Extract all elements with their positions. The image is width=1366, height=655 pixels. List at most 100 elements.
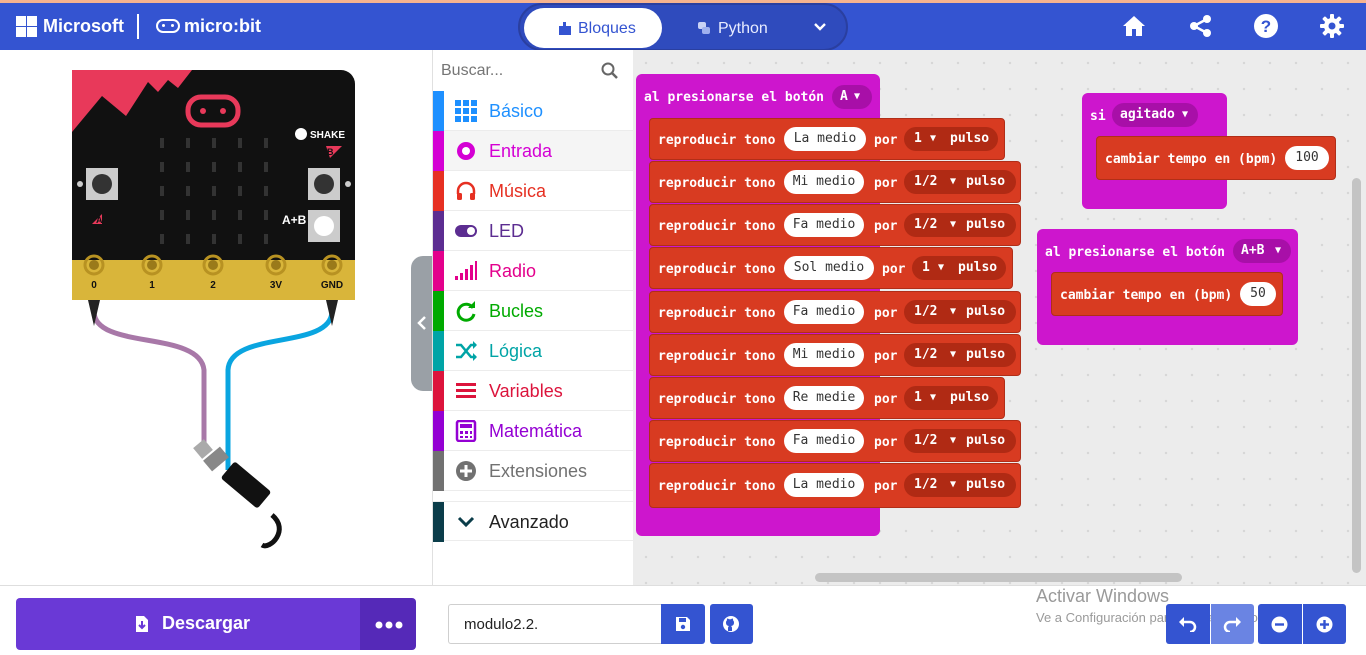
refresh-icon bbox=[456, 301, 476, 322]
redo-button[interactable] bbox=[1211, 604, 1254, 644]
bottom-bar: Descargar Activar Windows Ve a Configura… bbox=[0, 585, 1366, 655]
play-tone-block[interactable]: reproducir tono Fa medio por 1/2 ▼ pulso bbox=[649, 420, 1021, 462]
block-verb: reproducir tono bbox=[658, 262, 776, 277]
play-tone-block[interactable]: reproducir tono Mi medio por 1/2 ▼ pulso bbox=[649, 334, 1021, 376]
project-name-input[interactable] bbox=[448, 604, 661, 644]
vertical-scrollbar[interactable] bbox=[1352, 178, 1361, 573]
play-tone-block[interactable]: reproducir tono Re medie por 1 ▼ pulso bbox=[649, 377, 1005, 419]
shuffle-icon bbox=[456, 341, 477, 361]
gesture-dropdown[interactable]: agitado ▼ bbox=[1112, 103, 1198, 127]
zoom-out-button[interactable] bbox=[1258, 604, 1302, 644]
search-input[interactable] bbox=[439, 58, 593, 84]
zoom-in-icon bbox=[1316, 616, 1333, 633]
play-tone-block[interactable]: reproducir tono Fa medio por 1/2 ▼ pulso bbox=[649, 204, 1021, 246]
category-radio[interactable]: Radio bbox=[433, 251, 633, 291]
beat-dropdown[interactable]: 1/2 ▼ pulso bbox=[904, 213, 1016, 237]
home-icon[interactable] bbox=[1121, 13, 1147, 39]
beat-dropdown[interactable]: 1 ▼ pulso bbox=[904, 127, 998, 151]
microbit-brand[interactable]: micro:bit bbox=[184, 16, 261, 37]
pin-label-gnd: GND bbox=[321, 280, 343, 291]
category-label: Variables bbox=[489, 381, 563, 401]
set-tempo-block[interactable]: cambiar tempo en (bpm) 50 bbox=[1051, 272, 1283, 316]
category-label: Música bbox=[489, 181, 547, 201]
tempo-input[interactable]: 50 bbox=[1240, 282, 1276, 306]
search-icon[interactable] bbox=[601, 62, 619, 80]
chevron-down-icon[interactable] bbox=[812, 19, 828, 35]
note-input[interactable]: Re medie bbox=[784, 386, 864, 410]
note-input[interactable]: La medio bbox=[784, 473, 864, 497]
category-variables[interactable]: Variables bbox=[433, 371, 633, 411]
beat-dropdown[interactable]: 1 ▼ pulso bbox=[904, 386, 998, 410]
microsoft-brand[interactable]: Microsoft bbox=[43, 16, 124, 37]
label-button-b: B bbox=[327, 147, 334, 157]
category-label: LED bbox=[489, 221, 525, 241]
circle-icon bbox=[457, 142, 475, 160]
set-tempo-block[interactable]: cambiar tempo en (bpm) 100 bbox=[1096, 136, 1336, 180]
wire-gnd bbox=[225, 311, 335, 470]
microbit-logo-icon bbox=[156, 19, 180, 33]
note-input[interactable]: Fa medio bbox=[784, 213, 864, 237]
button-dropdown[interactable]: A ▼ bbox=[832, 85, 872, 109]
download-button[interactable]: Descargar bbox=[16, 598, 360, 650]
zoom-in-button[interactable] bbox=[1303, 604, 1346, 644]
blocks-workspace[interactable]: al presionarse el botón A ▼ reproducir t… bbox=[633, 50, 1366, 585]
note-input[interactable]: La medio bbox=[784, 127, 866, 151]
play-tone-block[interactable]: reproducir tono La medio por 1 ▼ pulso bbox=[649, 118, 1005, 160]
button-dropdown[interactable]: A+B ▼ bbox=[1233, 239, 1291, 263]
more-options-button[interactable] bbox=[360, 598, 416, 650]
category-input[interactable]: Entrada bbox=[433, 131, 633, 171]
puzzle-icon bbox=[559, 22, 571, 35]
share-icon[interactable] bbox=[1188, 13, 1214, 39]
category-basic[interactable]: Básico bbox=[433, 91, 633, 131]
beat-dropdown[interactable]: 1/2 ▼ pulso bbox=[904, 170, 1016, 194]
tempo-input[interactable]: 100 bbox=[1285, 146, 1329, 170]
category-logic[interactable]: Lógica bbox=[433, 331, 633, 371]
button-ab[interactable] bbox=[308, 210, 340, 242]
category-loops[interactable]: Bucles bbox=[433, 291, 633, 331]
note-input[interactable]: Mi medio bbox=[784, 170, 864, 194]
beat-dropdown[interactable]: 1/2 ▼ pulso bbox=[904, 343, 1016, 367]
label-button-a: A bbox=[96, 215, 103, 225]
note-input[interactable]: Sol medio bbox=[784, 256, 874, 280]
beat-dropdown[interactable]: 1/2 ▼ pulso bbox=[904, 429, 1016, 453]
note-input[interactable]: Mi medio bbox=[784, 343, 864, 367]
play-tone-block[interactable]: reproducir tono Mi medio por 1/2 ▼ pulso bbox=[649, 161, 1021, 203]
beat-dropdown[interactable]: 1/2 ▼ pulso bbox=[904, 473, 1016, 497]
horizontal-scrollbar[interactable] bbox=[815, 573, 1182, 582]
category-led[interactable]: LED bbox=[433, 211, 633, 251]
save-button[interactable] bbox=[661, 604, 705, 644]
beat-dropdown[interactable]: 1 ▼ pulso bbox=[912, 256, 1006, 280]
category-math[interactable]: Matemática bbox=[433, 411, 633, 451]
brand-divider bbox=[137, 14, 139, 39]
block-label: por bbox=[882, 262, 906, 277]
tab-python-label: Python bbox=[718, 20, 768, 37]
github-button[interactable] bbox=[710, 604, 753, 644]
block-label: por bbox=[874, 479, 898, 494]
plus-icon bbox=[456, 461, 476, 481]
tab-python[interactable]: Python bbox=[680, 8, 790, 48]
block-label: por bbox=[874, 133, 898, 148]
download-label: Descargar bbox=[162, 613, 251, 633]
shake-button[interactable] bbox=[295, 128, 307, 140]
settings-icon[interactable] bbox=[1319, 13, 1345, 39]
undo-button[interactable] bbox=[1166, 604, 1210, 644]
category-music[interactable]: Música bbox=[433, 171, 633, 211]
note-input[interactable]: Fa medio bbox=[784, 429, 864, 453]
play-tone-block[interactable]: reproducir tono Fa medio por 1/2 ▼ pulso bbox=[649, 291, 1021, 333]
category-advanced[interactable]: Avanzado bbox=[433, 501, 633, 542]
pin-label-0: 0 bbox=[91, 280, 97, 291]
tab-blocks[interactable]: Bloques bbox=[524, 8, 662, 48]
help-icon[interactable]: ? bbox=[1253, 13, 1279, 39]
block-verb: reproducir tono bbox=[658, 349, 776, 364]
category-extensions[interactable]: Extensiones bbox=[433, 451, 633, 491]
beat-dropdown[interactable]: 1/2 ▼ pulso bbox=[904, 300, 1016, 324]
note-input[interactable]: Fa medio bbox=[784, 300, 864, 324]
play-tone-block[interactable]: reproducir tono La medio por 1/2 ▼ pulso bbox=[649, 463, 1021, 508]
microbit-simulator[interactable]: A B SHAKE A+B 0 1 2 3V GND bbox=[0, 50, 410, 585]
undo-icon bbox=[1179, 617, 1197, 632]
play-tone-block[interactable]: reproducir tono Sol medio por 1 ▼ pulso bbox=[649, 247, 1013, 289]
collapse-simulator-button[interactable] bbox=[411, 256, 433, 391]
category-label: Avanzado bbox=[489, 512, 569, 532]
toggle-icon bbox=[455, 225, 477, 237]
block-label: al presionarse el botón bbox=[644, 90, 825, 105]
